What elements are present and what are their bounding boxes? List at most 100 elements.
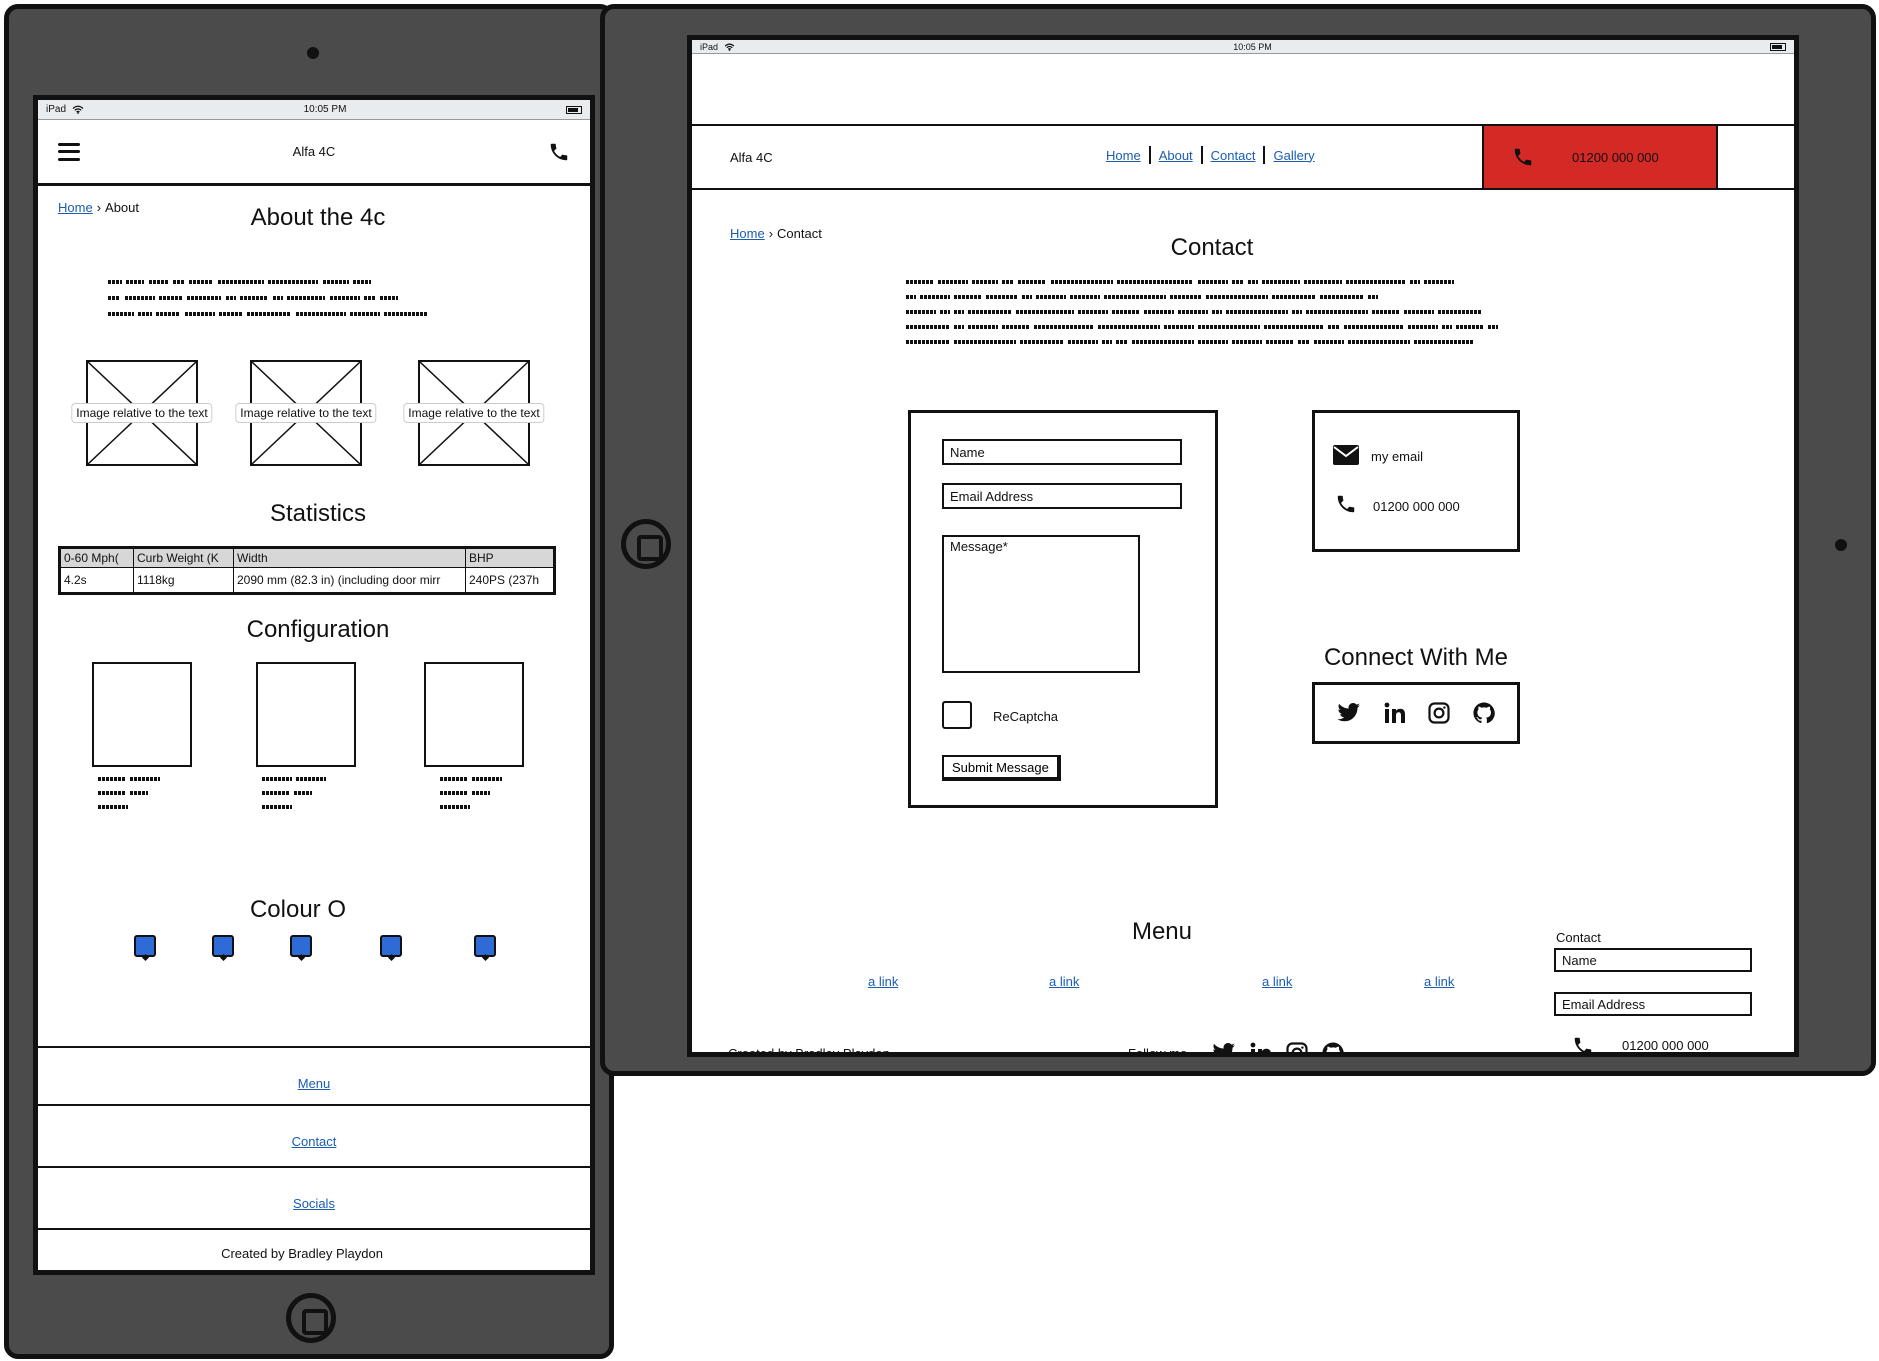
column-header: BHP [465, 547, 555, 568]
table-row: 4.2s 1118kg 2090 mm (82.3 in) (including… [59, 567, 555, 594]
battery-icon [1769, 42, 1786, 51]
twitter-icon[interactable] [1337, 702, 1361, 724]
twitter-icon[interactable] [1212, 1042, 1236, 1057]
status-time: 10:05 PM [1233, 41, 1272, 52]
image-caption: Image relative to the text [235, 403, 377, 423]
nav-gallery-link[interactable]: Gallery [1273, 148, 1314, 163]
hamburger-menu-icon[interactable] [58, 142, 80, 161]
colour-swatch[interactable] [290, 935, 312, 957]
tablet-portrait-frame: iPad 10:05 PM Alfa 4C Home › About About… [4, 4, 614, 1359]
page-title: About the 4c [250, 204, 386, 231]
configuration-heading: Configuration [246, 616, 390, 643]
footer-link[interactable]: a link [868, 974, 898, 989]
breadcrumb-current: Contact [777, 226, 822, 241]
footer-menu-link[interactable]: Menu [298, 1076, 331, 1091]
image-placeholder: Image relative to the text [403, 360, 545, 466]
colour-swatch[interactable] [212, 935, 234, 957]
image-placeholder: Image relative to the text [235, 360, 377, 466]
device-label: iPad [700, 41, 719, 52]
phone-icon [1574, 1037, 1592, 1052]
colour-swatch[interactable] [380, 935, 402, 957]
footer-phone[interactable]: 01200 000 000 [1622, 1038, 1709, 1052]
breadcrumb: Home › Contact [730, 226, 822, 241]
footer-contact-row: Contact [38, 1134, 590, 1149]
configuration-image [92, 662, 192, 767]
about-page-screen: iPad 10:05 PM Alfa 4C Home › About About… [33, 95, 595, 1275]
status-bar: iPad 10:05 PM [38, 100, 590, 120]
configuration-caption-scribble [262, 777, 326, 809]
linkedin-icon[interactable] [1250, 1042, 1272, 1057]
recaptcha-label: ReCaptcha [993, 709, 1059, 724]
nav-contact-link[interactable]: Contact [1211, 148, 1256, 163]
column-header: Width [233, 547, 466, 568]
tablet-landscape-frame: iPad 10:05 PM Alfa 4C Home About Contact… [600, 4, 1876, 1076]
image-caption: Image relative to the text [403, 403, 545, 423]
configuration-image [424, 662, 524, 767]
footer-contact-heading: Contact [1556, 930, 1601, 945]
battery-icon [565, 105, 582, 114]
site-header: Alfa 4C [38, 120, 590, 186]
footer-link[interactable]: a link [1262, 974, 1292, 989]
breadcrumb-home-link[interactable]: Home [58, 200, 93, 215]
image-caption: Image relative to the text [71, 403, 213, 423]
connect-heading: Connect With Me [1323, 644, 1509, 671]
column-header: Curb Weight (K [133, 547, 234, 568]
colour-swatch[interactable] [134, 935, 156, 957]
device-label: iPad [46, 104, 67, 115]
site-header: Alfa 4C Home About Contact Gallery 01200… [692, 124, 1794, 190]
main-nav: Home About Contact Gallery [1106, 146, 1315, 164]
placeholder-text-scribble [906, 280, 1498, 344]
table-cell: 2090 mm (82.3 in) (including door mirr [233, 567, 466, 594]
wifi-icon [724, 43, 735, 51]
front-camera [1835, 539, 1847, 551]
nav-divider [1200, 146, 1203, 164]
site-brand[interactable]: Alfa 4C [293, 144, 336, 159]
footer-credit: Created by Bradley Playdon [728, 1046, 890, 1057]
nav-about-link[interactable]: About [1159, 148, 1193, 163]
table-header-row: 0-60 Mph( Curb Weight (K Width BHP [59, 547, 555, 568]
image-placeholder: Image relative to the text [71, 360, 213, 466]
footer-name-field[interactable] [1554, 948, 1752, 972]
configuration-image [256, 662, 356, 767]
breadcrumb: Home › About [58, 200, 139, 215]
nav-divider [1263, 146, 1266, 164]
nav-divider [1148, 146, 1151, 164]
colour-options-heading: Colour O [249, 896, 347, 923]
footer-menu-heading: Menu [1131, 918, 1193, 945]
page-title: Contact [1170, 234, 1254, 261]
breadcrumb-home-link[interactable]: Home [730, 226, 765, 241]
contact-page-screen: iPad 10:05 PM Alfa 4C Home About Contact… [687, 35, 1799, 1057]
footer-email-field[interactable] [1554, 992, 1752, 1016]
linkedin-icon[interactable] [1384, 702, 1406, 724]
instagram-icon[interactable] [1428, 702, 1450, 724]
breadcrumb-current: About [105, 200, 140, 215]
home-button[interactable] [621, 519, 671, 569]
footer-socials-link[interactable]: Socials [293, 1196, 335, 1211]
email-field[interactable] [942, 483, 1182, 509]
footer-contact-link[interactable]: Contact [292, 1134, 337, 1149]
table-cell: 1118kg [133, 567, 234, 594]
phone-icon[interactable] [548, 141, 570, 163]
call-button[interactable]: 01200 000 000 [1482, 124, 1718, 190]
footer-divider [38, 1228, 590, 1230]
nav-home-link[interactable]: Home [1106, 148, 1141, 163]
footer-link[interactable]: a link [1424, 974, 1454, 989]
message-field[interactable] [942, 535, 1140, 673]
home-button[interactable] [286, 1293, 336, 1343]
contact-phone[interactable]: 01200 000 000 [1373, 499, 1460, 514]
footer-link[interactable]: a link [1049, 974, 1079, 989]
table-cell: 4.2s [59, 567, 134, 594]
submit-message-button[interactable]: Submit Message [942, 755, 1061, 781]
footer-social-icons [1212, 1042, 1344, 1057]
footer-menu-row: Menu [38, 1076, 590, 1091]
contact-email[interactable]: my email [1371, 449, 1423, 464]
github-icon[interactable] [1473, 702, 1495, 724]
github-icon[interactable] [1322, 1042, 1344, 1057]
statistics-table: 0-60 Mph( Curb Weight (K Width BHP 4.2s … [58, 546, 556, 595]
contact-info-card: my email 01200 000 000 [1312, 410, 1520, 552]
site-brand[interactable]: Alfa 4C [730, 150, 773, 165]
recaptcha-checkbox[interactable] [942, 701, 972, 729]
colour-swatch[interactable] [474, 935, 496, 957]
instagram-icon[interactable] [1286, 1042, 1308, 1057]
name-field[interactable] [942, 439, 1182, 465]
